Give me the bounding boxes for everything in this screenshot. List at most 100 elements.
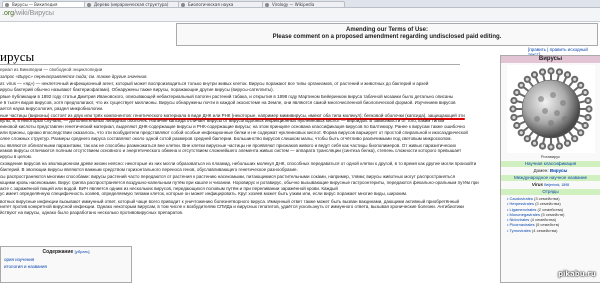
paragraph-parasites: сы являются облигатными паразитами, так … — [0, 143, 498, 160]
text-line: олее сложных структур. Размеры среднего … — [0, 135, 452, 141]
text-line: йствуют на вирусы, однако было разработа… — [0, 209, 184, 215]
url-text[interactable]: .org/wiki/Вирусы — [2, 10, 54, 17]
text-line: ирусы в целом. — [0, 154, 32, 160]
wikipedia-favicon-icon — [181, 3, 185, 7]
page-subtitle: ериал из Википедии — свободной энциклопе… — [0, 67, 103, 72]
rotavirus-image[interactable] — [506, 65, 595, 153]
order-count: (2 семейства) — [537, 206, 564, 212]
paragraph-intro: ат. virus — «яд») — неклеточный инфекцио… — [0, 81, 498, 92]
virus-spike-tip — [581, 88, 589, 97]
browser-tab-4[interactable]: Virology — Wikipedia — [262, 1, 345, 7]
virus-spike-tip — [583, 113, 592, 122]
domain-value[interactable]: Вирусы — [550, 168, 567, 173]
order-count: (3 семейства) — [535, 201, 561, 207]
order-item[interactable]: • Tymovirales (4 семейства) — [507, 228, 600, 233]
paragraph-structure: ные частицы (вирионы) состоят из двух ил… — [0, 113, 498, 142]
text-line: акте с заражённой пищей или водой. ВИЧ я… — [0, 185, 338, 191]
browser-tab-3[interactable]: Биологическая наука — [178, 1, 269, 7]
text-line: вотных вирусные инфекции вызывают иммунн… — [0, 198, 459, 204]
virus-spike-tip — [576, 129, 584, 137]
order-count: (5 семейств) — [535, 222, 560, 228]
virus-spike-tip — [555, 142, 563, 150]
text-line: кулы; и, в некоторых случаях, — дополнит… — [0, 118, 445, 124]
virus-spike-tip — [530, 139, 538, 147]
order-name[interactable]: Tymovirales — [509, 228, 530, 233]
virus-spike-tip — [509, 113, 518, 122]
browser-tab-2[interactable]: Дерево (иерархическая структура) — [84, 1, 185, 7]
virus-spike-tip — [517, 129, 525, 137]
rotavirus-illustration — [508, 67, 593, 151]
toc-item[interactable]: ория изучения — [4, 257, 131, 262]
text-line: рвые публикации в 1892 году статьи Дмитр… — [0, 94, 454, 100]
domain-row: Домен: Вирусы — [501, 168, 600, 173]
image-caption: Ротавирус — [540, 154, 561, 159]
order-name[interactable]: Mononegavirales — [510, 212, 540, 217]
pikabu-watermark: pikabu.ru — [558, 270, 596, 278]
text-line: сы распространяются многими способами: в… — [0, 174, 456, 180]
text-line: бактерий. В эволюции вирусы являются важ… — [0, 167, 298, 173]
notice-message[interactable]: Please comment on a proposed amendment r… — [177, 34, 597, 40]
tab-label: Дерево (иерархическая структура) — [94, 2, 169, 7]
wikipedia-favicon-icon — [87, 3, 91, 7]
virus-spike-tip — [555, 68, 563, 76]
url-domain: .org — [2, 10, 15, 17]
virus-spike-tip — [523, 75, 531, 83]
virus-spike-tip — [512, 121, 520, 130]
text-line: ается наука вирусология, раздел микробио… — [0, 105, 104, 111]
virus-spike-tip — [517, 81, 525, 89]
order-name[interactable]: Caudovirales — [510, 196, 533, 201]
toc-item[interactable]: итология и названия — [4, 264, 131, 269]
order-count: (5 семейств) — [541, 211, 565, 217]
tab-label: Вирусы — Википедия — [12, 2, 58, 7]
tab-label: Биологическая наука — [188, 2, 234, 7]
virus-spike-tip — [546, 67, 555, 75]
toc-title-text: Содержание — [42, 249, 74, 255]
classification-header[interactable]: Научная классификация — [501, 161, 600, 167]
virus-spike-tip — [583, 96, 592, 105]
virus-spike-tip — [523, 135, 531, 143]
taxon-author[interactable]: Beijerinck, 1898 — [544, 183, 569, 187]
paragraph-history: рвые публикации в 1892 году статьи Дмитр… — [0, 94, 498, 111]
table-of-contents: Содержание [убрать] ория изучения итолог… — [0, 246, 132, 283]
order-name[interactable]: Ligamenvirales — [510, 207, 537, 212]
order-name[interactable]: Nidovirales — [510, 217, 530, 222]
article-body: запрос «Вирус» перенаправляется сюда; см… — [0, 74, 498, 217]
toc-title: Содержание [убрать] — [1, 249, 131, 255]
virus-spike-tip — [563, 139, 571, 147]
text-line: измов вирусы отличаются полным отсутстви… — [0, 148, 462, 154]
intl-name-header[interactable]: Международное научное название — [501, 175, 600, 181]
tab-label: Virology — Wikipedia — [272, 2, 315, 7]
wikipedia-favicon-icon — [265, 3, 269, 7]
virus-spike-tip — [509, 96, 518, 105]
notice-title: Amending our Terms of Use: — [346, 27, 428, 33]
url-path: /wiki/Вирусы — [14, 10, 54, 17]
wikipedia-favicon-icon — [5, 3, 9, 7]
virus-spike-tip — [512, 88, 520, 97]
order-name[interactable]: Herpesvirales — [510, 201, 534, 206]
virus-spike-tip — [508, 105, 517, 113]
text-line: или прионы, однако впоследствии оказалос… — [0, 129, 468, 135]
address-bar[interactable]: .org/wiki/Вирусы — [0, 8, 600, 22]
browser-tab-1[interactable]: Вирусы — Википедия — [2, 1, 91, 7]
virus-spike-tip — [538, 142, 546, 150]
virus-spike-tip — [563, 71, 571, 79]
toc-toggle-link[interactable]: [убрать] — [75, 249, 90, 254]
virus-spike-tip — [581, 121, 589, 130]
paragraph-spread: сы распространяются многими способами: в… — [0, 174, 498, 197]
text-line: сы являются облигатными паразитами, так … — [0, 142, 457, 148]
virus-spike-tip — [570, 75, 578, 83]
orders-list: • Caudovirales (3 семейства) • Herpesvir… — [507, 196, 600, 233]
text-line: еиновой кислоты представлен генетический… — [0, 124, 465, 130]
orders-header[interactable]: Отряды — [501, 189, 600, 195]
virus-spike-tip — [584, 105, 593, 113]
latin-name: Virus — [531, 182, 543, 187]
infobox-title: Вирусы — [501, 56, 600, 63]
taxobox: Вирусы Ротавирус Научная классификация Д… — [500, 55, 600, 283]
virus-spike-tip — [530, 71, 538, 79]
virus-spike-tip — [570, 135, 578, 143]
hatnote: запрос «Вирус» перенаправляется сюда; см… — [0, 74, 148, 79]
latin-name-row: Virus Beijerinck, 1898 — [501, 182, 600, 187]
virus-spike-tip — [546, 143, 555, 151]
order-name[interactable]: Picornavirales — [510, 222, 535, 227]
text-line: нитет против конкретной вирусной инфекци… — [0, 204, 464, 210]
